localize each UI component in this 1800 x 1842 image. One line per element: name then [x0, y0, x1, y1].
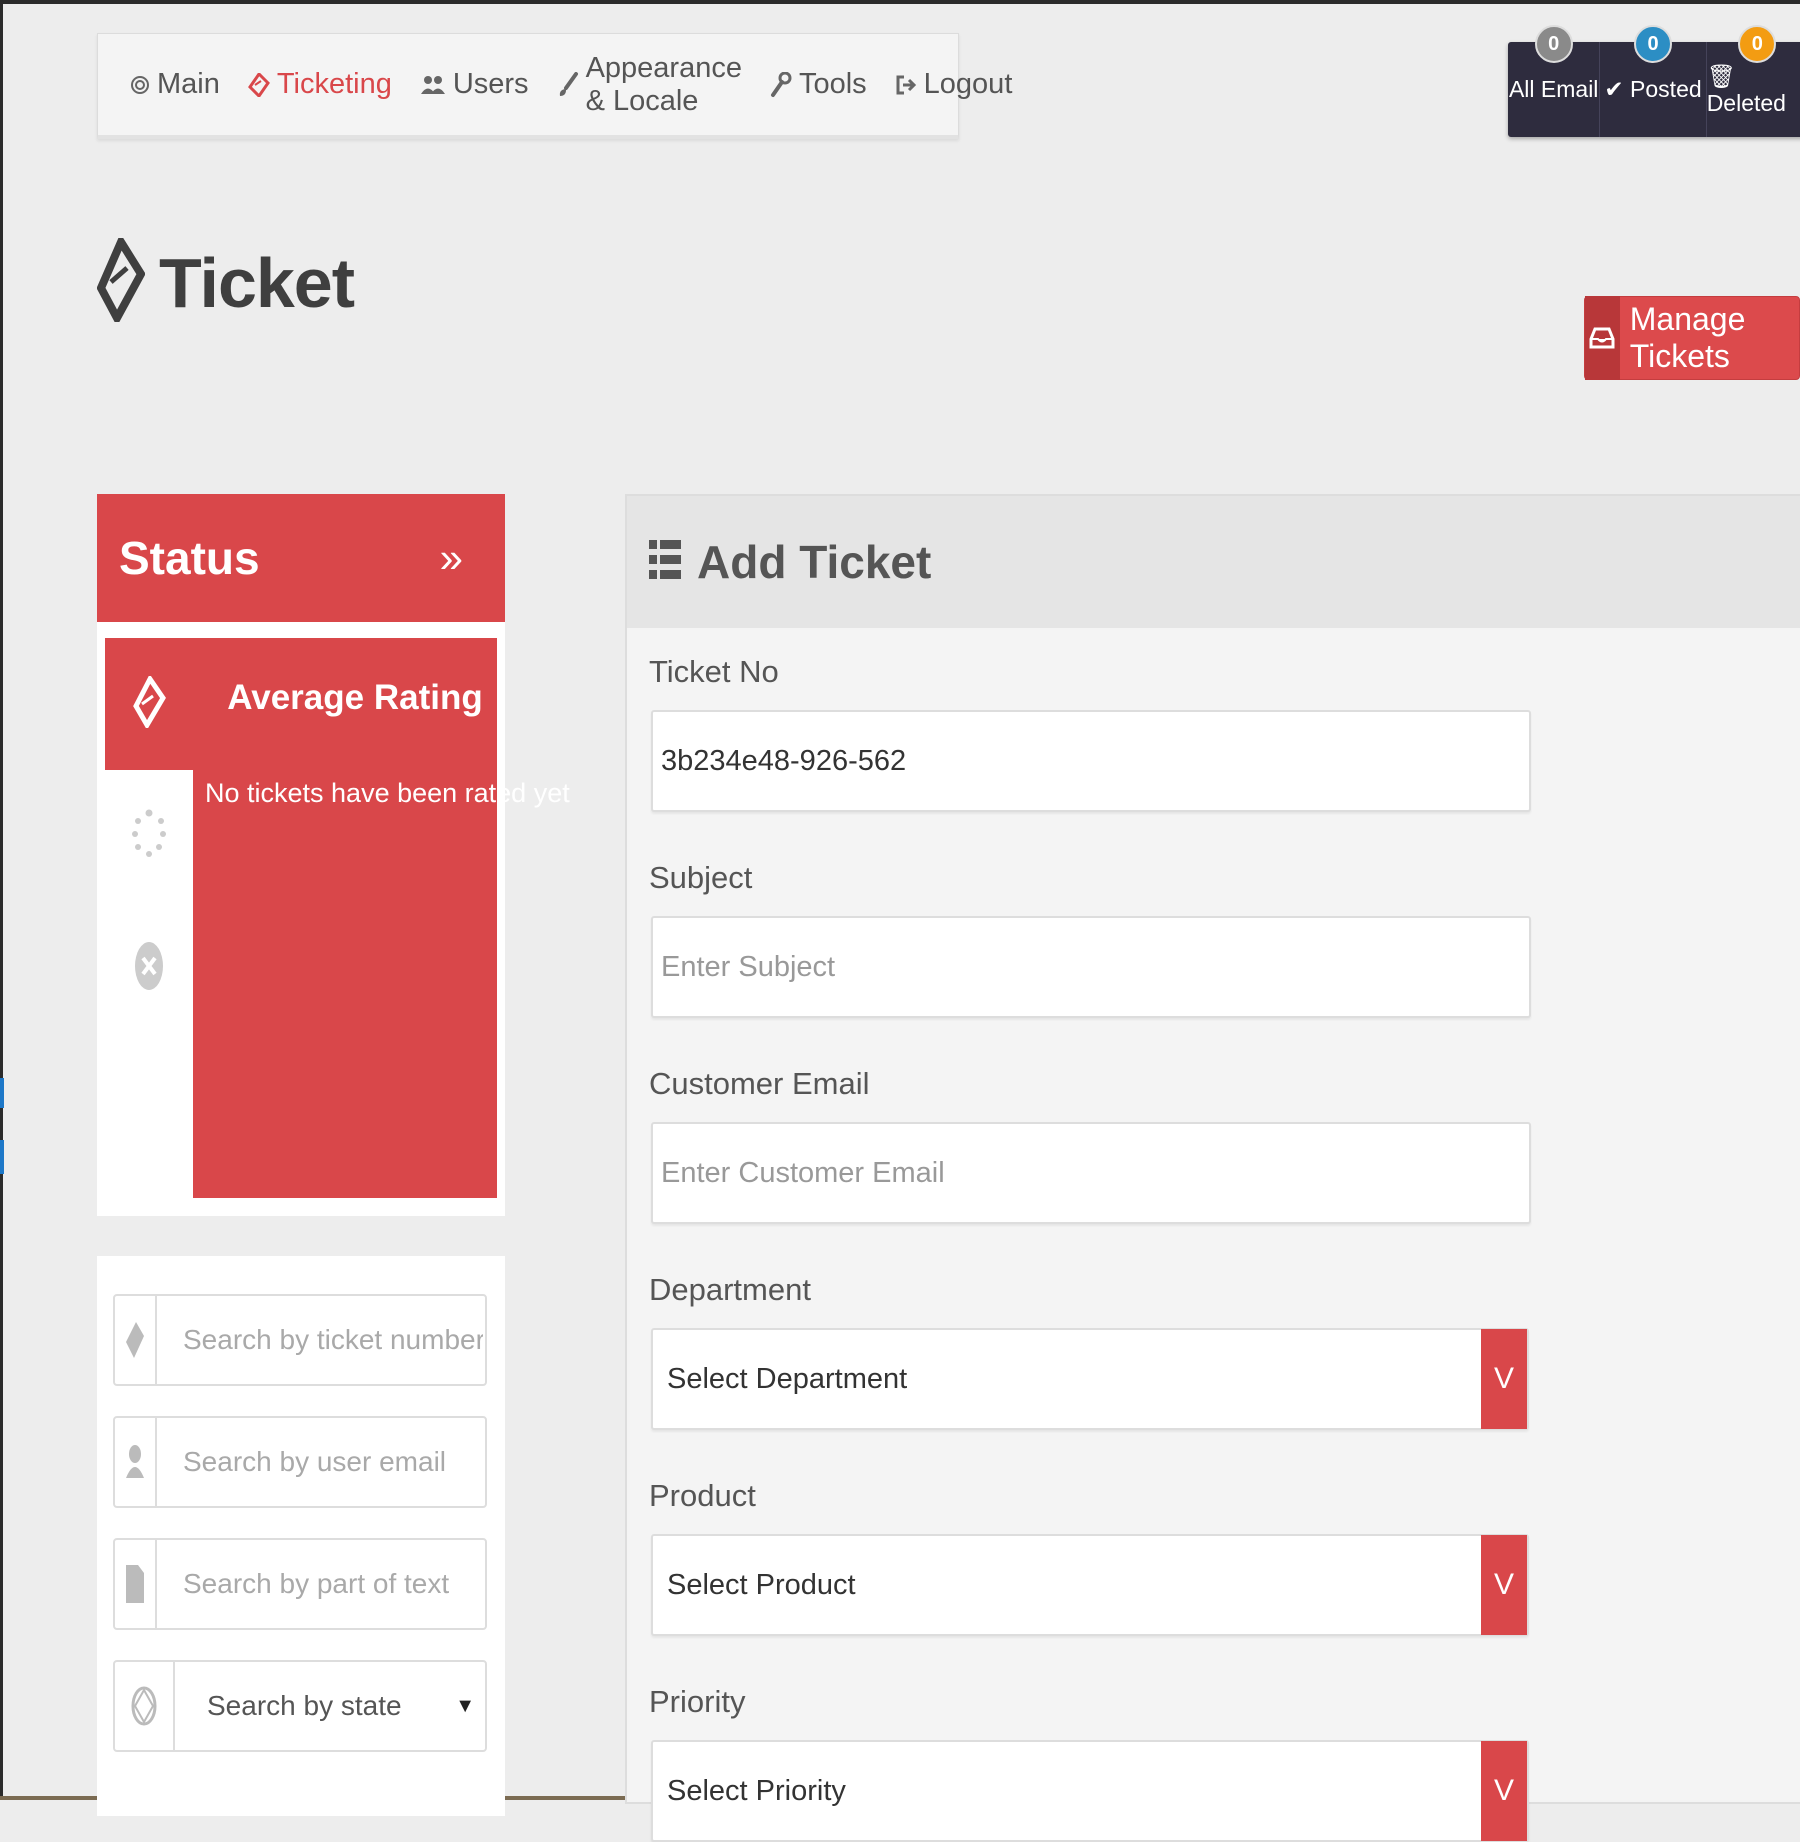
nav-label: Users: [452, 68, 529, 100]
caret-down-icon: ▼: [455, 1694, 475, 1717]
nav-item-ticketing[interactable]: Ticketing: [234, 65, 406, 105]
search-user-email-input[interactable]: [157, 1418, 485, 1506]
add-ticket-panel: Add Ticket Ticket No Subject Customer Em…: [625, 494, 1800, 1842]
search-text-input[interactable]: [157, 1540, 485, 1628]
product-select[interactable]: Select Product V: [651, 1534, 1529, 1636]
ticket-icon: [132, 673, 166, 733]
window-top-border: [0, 0, 1800, 4]
users-icon: [420, 74, 446, 96]
nav-label: Appearance & Locale: [585, 51, 742, 117]
nav-label: Ticketing: [276, 68, 392, 100]
nav-label: Logout: [923, 68, 1013, 100]
close-circle-icon: [134, 939, 164, 998]
priority-label: Priority: [649, 1684, 746, 1719]
tab-closed[interactable]: [105, 902, 193, 1034]
email-counters: 0 All Email 0 ✔ Posted 0 🗑 Deleted: [1508, 25, 1800, 137]
edge-tab[interactable]: [0, 1140, 4, 1174]
count-badge: 0: [1738, 25, 1777, 63]
state-icon: [115, 1662, 175, 1750]
nav-label: Tools: [798, 68, 867, 100]
dashboard-icon: [130, 75, 150, 95]
ticket-icon: [115, 1296, 157, 1384]
search-text-field: [113, 1538, 487, 1630]
department-label: Department: [649, 1272, 811, 1307]
logout-icon: [895, 74, 917, 96]
ticket-no-field: [651, 710, 1531, 812]
counter-deleted[interactable]: 0 🗑 Deleted: [1706, 25, 1800, 137]
priority-select[interactable]: Select Priority V: [651, 1740, 1529, 1842]
counter-label: 🗑 Deleted: [1706, 62, 1786, 116]
subject-label: Subject: [649, 860, 753, 895]
nav-label: Main: [157, 68, 220, 100]
page-title-text: Ticket: [159, 243, 355, 322]
ticket-icon: [247, 72, 270, 97]
department-select[interactable]: Select Department V: [651, 1328, 1529, 1430]
status-body: Average Rating No tickets have been rate…: [105, 638, 570, 1198]
manage-tickets-button[interactable]: Manage Tickets: [1584, 296, 1800, 380]
search-panel: Search by state ▼: [97, 1256, 505, 1816]
status-content: Average Rating No tickets have been rate…: [193, 638, 570, 1198]
counter-label: All Email: [1508, 76, 1599, 102]
counter-label: ✔ Posted: [1604, 76, 1702, 102]
subject-field: [651, 916, 1531, 1018]
search-state-select[interactable]: Search by state ▼: [175, 1662, 485, 1750]
counter-all-email[interactable]: 0 All Email: [1508, 25, 1601, 137]
product-label: Product: [649, 1478, 756, 1513]
subject-input[interactable]: [653, 918, 1529, 1016]
customer-email-input[interactable]: [653, 1124, 1529, 1222]
chevron-down-icon: V: [1481, 1535, 1527, 1635]
tab-pending[interactable]: [105, 770, 193, 902]
department-value: Select Department: [667, 1362, 908, 1395]
nav-item-main[interactable]: Main: [116, 65, 234, 105]
spinner-icon: [132, 807, 166, 866]
window-left-border: [0, 0, 3, 1800]
priority-value: Select Priority: [667, 1774, 846, 1807]
top-navigation: Main Ticketing Users Appearance & Locale…: [97, 33, 1012, 139]
status-title: Status: [119, 532, 260, 584]
inbox-icon: [1585, 296, 1620, 380]
add-ticket-header: Add Ticket: [627, 496, 1800, 628]
chevron-down-icon: V: [1481, 1741, 1527, 1841]
page-title: Ticket: [96, 233, 355, 327]
tab-average-rating[interactable]: [105, 638, 193, 770]
search-user-email-field: [113, 1416, 487, 1508]
search-ticket-number-input[interactable]: [157, 1296, 485, 1384]
edge-tab[interactable]: [0, 1078, 4, 1108]
wrench-icon: [770, 71, 792, 98]
list-icon: [649, 538, 681, 587]
average-rating-title: Average Rating: [227, 678, 483, 717]
nav-item-logout[interactable]: Logout: [881, 65, 1027, 105]
count-badge: 0: [1634, 25, 1673, 63]
chevron-down-icon: V: [1481, 1329, 1527, 1429]
nav-item-users[interactable]: Users: [406, 65, 543, 105]
file-icon: [115, 1540, 157, 1628]
counter-posted[interactable]: 0 ✔ Posted: [1600, 25, 1707, 137]
search-ticket-number-field: [113, 1294, 487, 1386]
customer-email-label: Customer Email: [649, 1066, 870, 1101]
search-state-label: Search by state: [207, 1690, 402, 1721]
status-panel: Status » Average Rating No tickets have …: [97, 494, 570, 1216]
no-ratings-text: No tickets have been rated yet: [205, 778, 570, 808]
status-tabs: [105, 638, 193, 1198]
count-badge: 0: [1534, 25, 1573, 63]
product-value: Select Product: [667, 1568, 856, 1601]
status-header: Status »: [97, 494, 505, 622]
search-state-field: Search by state ▼: [113, 1660, 487, 1752]
ticket-no-input[interactable]: [653, 712, 1529, 810]
ticket-icon: [96, 233, 146, 327]
nav-item-appearance-locale[interactable]: Appearance & Locale: [543, 52, 756, 117]
brush-icon: [557, 71, 579, 98]
ticket-no-label: Ticket No: [649, 654, 779, 689]
manage-tickets-label: Manage Tickets: [1629, 301, 1746, 374]
double-chevron-right-icon[interactable]: »: [440, 534, 463, 582]
nav-item-tools[interactable]: Tools: [756, 65, 881, 105]
customer-email-field: [651, 1122, 1531, 1224]
add-ticket-title: Add Ticket: [697, 536, 932, 588]
user-icon: [115, 1418, 157, 1506]
